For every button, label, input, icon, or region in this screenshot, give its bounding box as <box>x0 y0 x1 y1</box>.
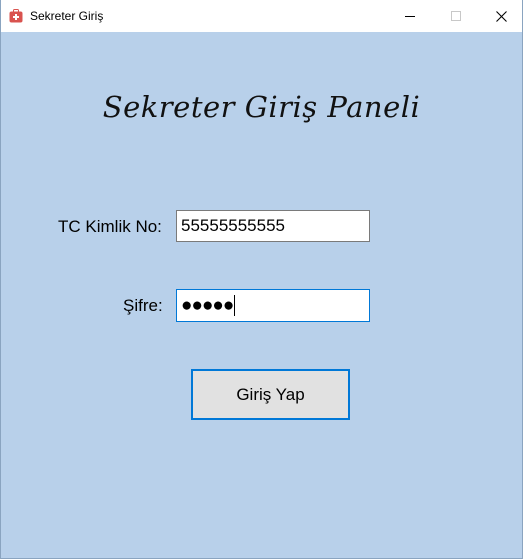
password-input[interactable]: ●●●●● <box>176 289 370 322</box>
panel-heading: Sekreter Giriş Paneli <box>102 90 421 124</box>
maximize-icon <box>451 11 461 21</box>
window-title: Sekreter Giriş <box>30 9 104 23</box>
medical-kit-icon <box>9 9 23 23</box>
close-icon <box>495 10 507 22</box>
maximize-button[interactable] <box>433 0 479 32</box>
text-caret <box>234 295 236 316</box>
close-button[interactable] <box>478 0 523 32</box>
minimize-icon <box>405 16 415 17</box>
title-bar[interactable]: Sekreter Giriş <box>1 0 522 32</box>
login-window: Sekreter Giriş Sekreter Giriş Paneli TC … <box>0 0 523 559</box>
password-mask: ●●●●● <box>181 294 234 316</box>
tc-input[interactable] <box>176 210 370 242</box>
login-button[interactable]: Giriş Yap <box>191 369 350 420</box>
minimize-button[interactable] <box>387 0 433 32</box>
password-label: Şifre: <box>123 296 163 315</box>
tc-label: TC Kimlik No: <box>58 217 162 236</box>
